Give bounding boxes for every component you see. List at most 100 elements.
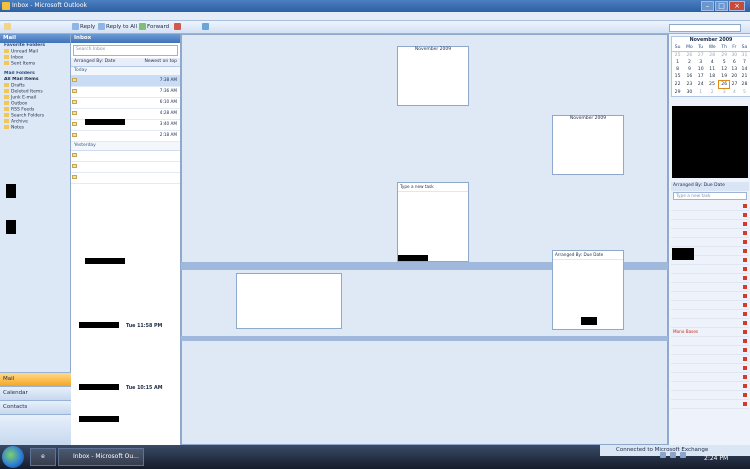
envelope-icon bbox=[72, 175, 77, 179]
flag-icon bbox=[743, 375, 747, 379]
mail-item[interactable] bbox=[71, 151, 180, 162]
calendar-month-title: November 2009 bbox=[414, 47, 452, 52]
task-item[interactable] bbox=[671, 301, 749, 310]
ie-taskbar-icon[interactable]: e bbox=[30, 448, 56, 466]
inbox-search-input[interactable]: Search Inbox bbox=[73, 45, 178, 56]
glitch-strip bbox=[181, 336, 668, 341]
task-item[interactable] bbox=[671, 346, 749, 355]
volume-tray-icon[interactable] bbox=[670, 452, 676, 458]
group-header-yesterday[interactable]: Yesterday bbox=[71, 142, 180, 151]
flag-icon bbox=[743, 213, 747, 217]
task-item[interactable] bbox=[671, 400, 749, 409]
task-item[interactable] bbox=[671, 202, 749, 211]
categorize-icon bbox=[174, 23, 181, 30]
mail-item[interactable] bbox=[71, 173, 180, 184]
duplicate-task-fragment: Arranged By: Due Date bbox=[552, 250, 624, 330]
reply-all-button[interactable]: Reply to All bbox=[96, 23, 139, 32]
close-button[interactable]: × bbox=[729, 1, 745, 11]
nav-shortcuts-bar[interactable] bbox=[0, 414, 71, 445]
redacted-block bbox=[79, 322, 119, 328]
task-item[interactable] bbox=[671, 337, 749, 346]
reply-button[interactable]: Reply bbox=[70, 23, 97, 32]
task-item[interactable] bbox=[671, 391, 749, 400]
task-arrange-header[interactable]: Arranged By: Due Date bbox=[671, 182, 749, 191]
calendar-month-title: November 2009 bbox=[689, 38, 733, 43]
new-task-input[interactable]: Type a new task bbox=[398, 183, 468, 192]
mail-nav-button[interactable]: Mail bbox=[0, 372, 71, 386]
mail-item[interactable]: 7:36 AM bbox=[71, 87, 180, 98]
folder-icon bbox=[4, 119, 9, 123]
task-item[interactable] bbox=[671, 274, 749, 283]
mail-item[interactable]: 2:18 AM bbox=[71, 131, 180, 142]
start-orb-icon[interactable] bbox=[2, 446, 24, 468]
nav-pane-header: Mail bbox=[0, 34, 70, 43]
send-receive-icon bbox=[202, 23, 209, 30]
arranged-by-label[interactable]: Arranged By: Date bbox=[74, 59, 115, 64]
maximize-button[interactable]: □ bbox=[715, 1, 728, 11]
envelope-icon bbox=[72, 133, 77, 137]
task-item[interactable] bbox=[671, 319, 749, 328]
flag-icon bbox=[743, 231, 747, 235]
envelope-icon bbox=[72, 164, 77, 168]
duplicate-mail-fragment bbox=[236, 273, 342, 329]
task-item[interactable] bbox=[671, 364, 749, 373]
flag-tray-icon[interactable] bbox=[680, 452, 686, 458]
flag-icon bbox=[743, 249, 747, 253]
flag-icon bbox=[743, 357, 747, 361]
contacts-nav-button[interactable]: Contacts bbox=[0, 400, 71, 414]
duplicate-task-fragment: Type a new task bbox=[397, 182, 469, 262]
calendar-grid[interactable]: Su Mo Tu We Th Fr Sa 25 26 27 28 29 30 31 1234567 89… bbox=[672, 44, 750, 96]
new-button[interactable] bbox=[2, 23, 14, 32]
help-search-input[interactable] bbox=[669, 24, 741, 32]
minimize-button[interactable]: – bbox=[701, 1, 714, 11]
redacted-block bbox=[85, 119, 125, 125]
flag-icon bbox=[743, 366, 747, 370]
mail-time-bold: Tue 11:58 PM bbox=[126, 324, 163, 329]
task-item[interactable] bbox=[671, 382, 749, 391]
task-item[interactable] bbox=[671, 238, 749, 247]
group-header-today[interactable]: Today bbox=[71, 67, 180, 76]
folder-icon bbox=[4, 89, 9, 93]
redacted-block bbox=[79, 416, 119, 422]
task-item[interactable] bbox=[671, 283, 749, 292]
task-item[interactable] bbox=[671, 211, 749, 220]
date-navigator[interactable]: November 2009 Su Mo Tu We Th Fr Sa 25 26 27 28 29 3… bbox=[671, 36, 750, 97]
task-item[interactable] bbox=[671, 310, 749, 319]
taskbar-clock[interactable]: 2:24 PM bbox=[704, 455, 728, 462]
task-item[interactable] bbox=[671, 229, 749, 238]
redacted-block bbox=[79, 384, 119, 390]
task-arranged-by[interactable]: Arranged By: Due Date bbox=[553, 251, 623, 260]
flag-icon bbox=[743, 321, 747, 325]
calendar-nav-button[interactable]: Calendar bbox=[0, 386, 71, 400]
categorize-button[interactable] bbox=[172, 23, 184, 32]
task-item[interactable] bbox=[671, 373, 749, 382]
redacted-block bbox=[6, 184, 16, 198]
task-item[interactable] bbox=[671, 355, 749, 364]
task-item[interactable] bbox=[671, 265, 749, 274]
menu-bar[interactable] bbox=[0, 12, 750, 21]
outlook-taskbar-button[interactable]: Inbox - Microsoft Ou... bbox=[58, 448, 144, 466]
sort-order-label[interactable]: Newest on top bbox=[144, 59, 177, 64]
task-item[interactable] bbox=[671, 220, 749, 229]
envelope-icon bbox=[72, 153, 77, 157]
folder-icon bbox=[4, 61, 9, 65]
arrange-by-bar[interactable]: Arranged By: Date Newest on top bbox=[71, 58, 180, 67]
outlook-app-icon[interactable] bbox=[2, 2, 10, 10]
forward-button[interactable]: Forward bbox=[137, 23, 171, 32]
folder-item[interactable]: Notes bbox=[0, 125, 70, 131]
flag-icon bbox=[743, 258, 747, 262]
redacted-block bbox=[398, 255, 428, 261]
task-item[interactable]: Mono Bases bbox=[671, 328, 749, 337]
mail-item[interactable]: 7:38 AM bbox=[71, 76, 180, 87]
network-tray-icon[interactable] bbox=[660, 452, 666, 458]
mail-list-pane: Inbox Search Inbox Arranged By: Date New… bbox=[71, 34, 181, 445]
send-receive-button[interactable] bbox=[200, 23, 212, 32]
mail-item[interactable]: 6:10 AM bbox=[71, 98, 180, 109]
task-item[interactable] bbox=[671, 292, 749, 301]
flag-icon bbox=[743, 384, 747, 388]
folder-item[interactable]: Sent Items bbox=[0, 61, 70, 67]
folder-icon bbox=[4, 101, 9, 105]
reply-icon bbox=[72, 23, 79, 30]
mail-item[interactable] bbox=[71, 162, 180, 173]
new-task-input[interactable]: Type a new task bbox=[673, 192, 747, 200]
